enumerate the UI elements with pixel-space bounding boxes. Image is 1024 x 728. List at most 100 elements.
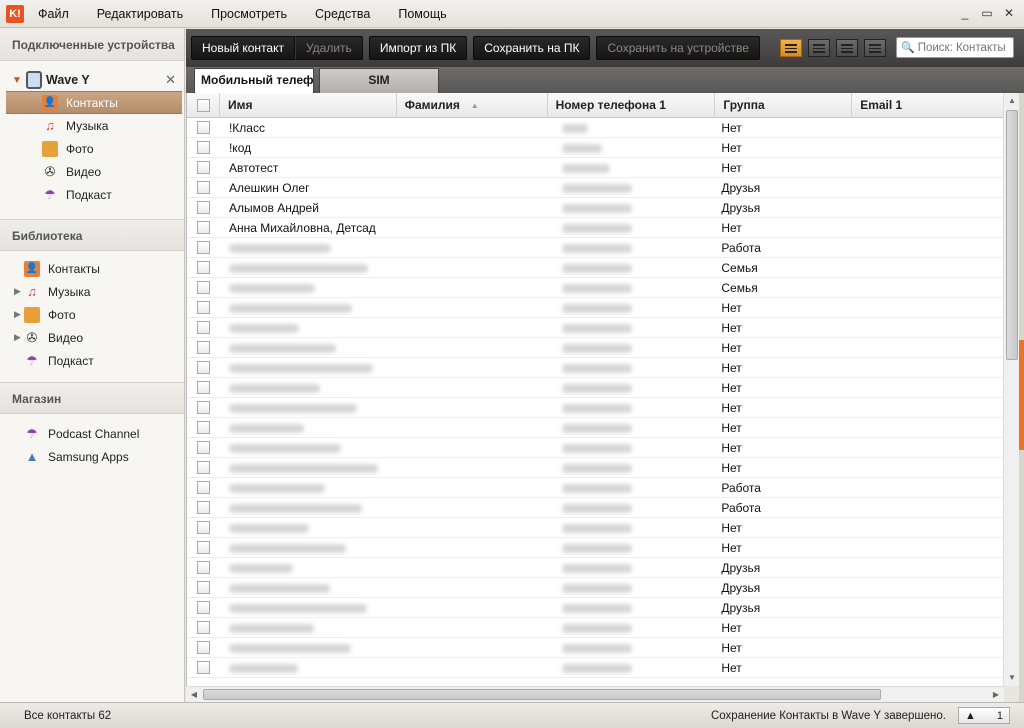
row-checkbox[interactable]	[197, 661, 210, 674]
row-checkbox[interactable]	[197, 281, 210, 294]
table-row[interactable]: Семья	[187, 278, 1003, 298]
table-row[interactable]: Нет	[187, 618, 1003, 638]
table-row[interactable]: Работа	[187, 238, 1003, 258]
row-checkbox[interactable]	[197, 141, 210, 154]
table-row[interactable]: Нет	[187, 418, 1003, 438]
row-select-cell[interactable]	[187, 598, 220, 618]
row-select-cell[interactable]	[187, 358, 220, 378]
menu-tools[interactable]: Средства	[301, 0, 384, 28]
tile-view-icon[interactable]	[863, 39, 886, 57]
row-select-cell[interactable]	[187, 438, 220, 458]
row-checkbox[interactable]	[197, 121, 210, 134]
row-checkbox[interactable]	[197, 261, 210, 274]
row-select-cell[interactable]	[187, 578, 220, 598]
row-checkbox[interactable]	[197, 321, 210, 334]
device-item-photo[interactable]: Фото	[0, 137, 184, 160]
row-select-cell[interactable]	[187, 158, 220, 178]
row-checkbox[interactable]	[197, 401, 210, 414]
row-checkbox[interactable]	[197, 521, 210, 534]
table-row[interactable]: Нет	[187, 538, 1003, 558]
row-select-cell[interactable]	[187, 398, 220, 418]
row-select-cell[interactable]	[187, 478, 220, 498]
row-checkbox[interactable]	[197, 381, 210, 394]
table-row[interactable]: Нет	[187, 358, 1003, 378]
library-item-podcast[interactable]: ☂ Подкаст	[0, 349, 184, 372]
row-checkbox[interactable]	[197, 441, 210, 454]
row-select-cell[interactable]	[187, 258, 220, 278]
row-select-cell[interactable]	[187, 338, 220, 358]
table-row[interactable]: Нет	[187, 378, 1003, 398]
row-select-cell[interactable]	[187, 138, 220, 158]
row-select-cell[interactable]	[187, 118, 220, 138]
table-row[interactable]: Друзья	[187, 598, 1003, 618]
device-row[interactable]: ▼ Wave Y ✕	[0, 69, 184, 91]
table-row[interactable]: !код Нет	[187, 138, 1003, 158]
table-row[interactable]: Нет	[187, 438, 1003, 458]
row-checkbox[interactable]	[197, 221, 210, 234]
menu-edit[interactable]: Редактировать	[83, 0, 197, 28]
horizontal-scroll-thumb[interactable]	[203, 689, 881, 700]
chevron-down-icon[interactable]: ▼	[12, 75, 26, 86]
select-all-checkbox[interactable]	[197, 99, 210, 112]
expand-icon[interactable]: ▶	[14, 309, 21, 320]
save-device-button[interactable]: Сохранить на устройстве	[596, 36, 760, 60]
scroll-right-icon[interactable]: ▶	[988, 687, 1004, 703]
detail-view-icon[interactable]	[807, 39, 830, 57]
table-row[interactable]: !Класс Нет	[187, 118, 1003, 138]
row-checkbox[interactable]	[197, 621, 210, 634]
close-window-button[interactable]: ✕	[1001, 6, 1017, 20]
column-last-name[interactable]: Фамилия ▲	[397, 93, 548, 118]
row-checkbox[interactable]	[197, 481, 210, 494]
row-checkbox[interactable]	[197, 181, 210, 194]
delete-button[interactable]: Удалить	[294, 36, 363, 60]
select-all-cell[interactable]	[187, 93, 220, 118]
minimize-button[interactable]: _	[957, 6, 973, 20]
disconnect-icon[interactable]: ✕	[165, 72, 176, 88]
row-checkbox[interactable]	[197, 301, 210, 314]
row-select-cell[interactable]	[187, 618, 220, 638]
row-select-cell[interactable]	[187, 218, 220, 238]
expand-icon[interactable]: ▶	[14, 286, 21, 297]
table-row[interactable]: Алешкин Олег Друзья	[187, 178, 1003, 198]
table-row[interactable]: Друзья	[187, 558, 1003, 578]
row-select-cell[interactable]	[187, 378, 220, 398]
row-select-cell[interactable]	[187, 498, 220, 518]
row-checkbox[interactable]	[197, 201, 210, 214]
store-item-podcast-channel[interactable]: ☂ Podcast Channel	[0, 422, 184, 445]
row-select-cell[interactable]	[187, 238, 220, 258]
list-view-icon[interactable]	[779, 39, 802, 57]
row-select-cell[interactable]	[187, 298, 220, 318]
search-input[interactable]	[917, 41, 1010, 54]
device-item-contacts[interactable]: 👤 Контакты	[6, 91, 182, 114]
scroll-up-icon[interactable]: ▲	[1004, 93, 1020, 109]
column-first-name[interactable]: Имя	[220, 93, 397, 118]
row-checkbox[interactable]	[197, 341, 210, 354]
row-select-cell[interactable]	[187, 658, 220, 678]
row-checkbox[interactable]	[197, 421, 210, 434]
table-row[interactable]: Нет	[187, 658, 1003, 678]
row-select-cell[interactable]	[187, 278, 220, 298]
device-item-music[interactable]: ♫ Музыка	[0, 114, 184, 137]
restore-button[interactable]: ▭	[979, 6, 995, 20]
row-select-cell[interactable]	[187, 318, 220, 338]
side-panel-handle[interactable]	[1019, 340, 1024, 450]
row-select-cell[interactable]	[187, 198, 220, 218]
vertical-scroll-thumb[interactable]	[1006, 110, 1018, 360]
table-row[interactable]: Друзья	[187, 578, 1003, 598]
task-badge[interactable]: ▲ 1	[958, 707, 1010, 724]
row-select-cell[interactable]	[187, 558, 220, 578]
row-checkbox[interactable]	[197, 641, 210, 654]
row-checkbox[interactable]	[197, 541, 210, 554]
library-item-music[interactable]: ▶ ♫ Музыка	[0, 280, 184, 303]
table-row[interactable]: Работа	[187, 478, 1003, 498]
table-row[interactable]: Работа	[187, 498, 1003, 518]
library-item-video[interactable]: ▶ ✇ Видео	[0, 326, 184, 349]
device-item-video[interactable]: ✇ Видео	[0, 160, 184, 183]
menu-view[interactable]: Просмотреть	[197, 0, 301, 28]
column-phone[interactable]: Номер телефона 1	[548, 93, 716, 118]
menu-help[interactable]: Помощь	[384, 0, 460, 28]
row-select-cell[interactable]	[187, 458, 220, 478]
expand-icon[interactable]: ▶	[14, 332, 21, 343]
library-item-contacts[interactable]: 👤 Контакты	[0, 257, 184, 280]
horizontal-scrollbar[interactable]: ◀ ▶	[186, 686, 1004, 702]
